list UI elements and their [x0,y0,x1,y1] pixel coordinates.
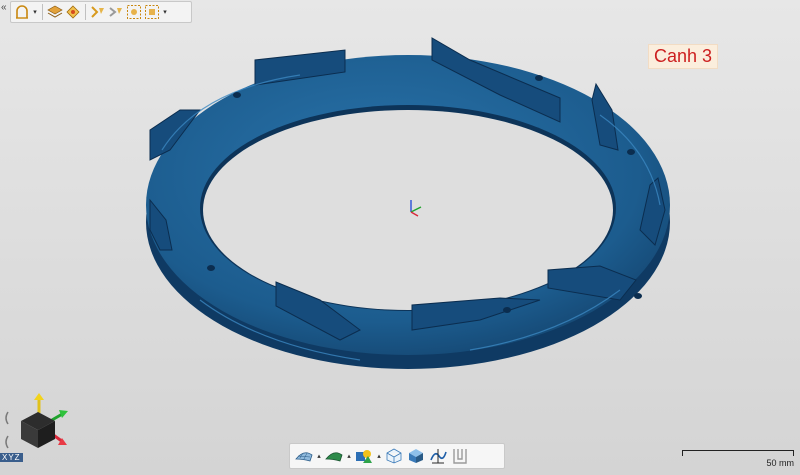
scale-bar: 50 mm [682,448,794,470]
scale-bar-line [682,450,794,456]
color-map-icon[interactable] [354,446,374,466]
wireframe-cube-icon[interactable] [384,446,404,466]
annotation-label: Canh 3 [648,44,719,69]
view-cube-icon[interactable] [5,393,68,449]
dropdown-arrow-icon[interactable]: ▴ [346,452,352,460]
orientation-label: XYZ [0,453,23,462]
dropdown-arrow-icon[interactable]: ▴ [316,452,322,460]
profile-icon[interactable] [450,446,470,466]
section-icon[interactable] [428,446,448,466]
shaded-render-icon[interactable] [324,446,344,466]
3d-viewport[interactable]: « ▾ ▾ Canh 3 XYZ ▴ ▴ ▴ 50 mm [0,0,800,475]
scale-label: 50 mm [766,458,794,468]
bottom-toolbar: ▴ ▴ ▴ [289,443,505,469]
dropdown-arrow-icon[interactable]: ▴ [376,452,382,460]
mesh-render-icon[interactable] [294,446,314,466]
ring-model[interactable] [0,0,800,475]
solid-cube-icon[interactable] [406,446,426,466]
